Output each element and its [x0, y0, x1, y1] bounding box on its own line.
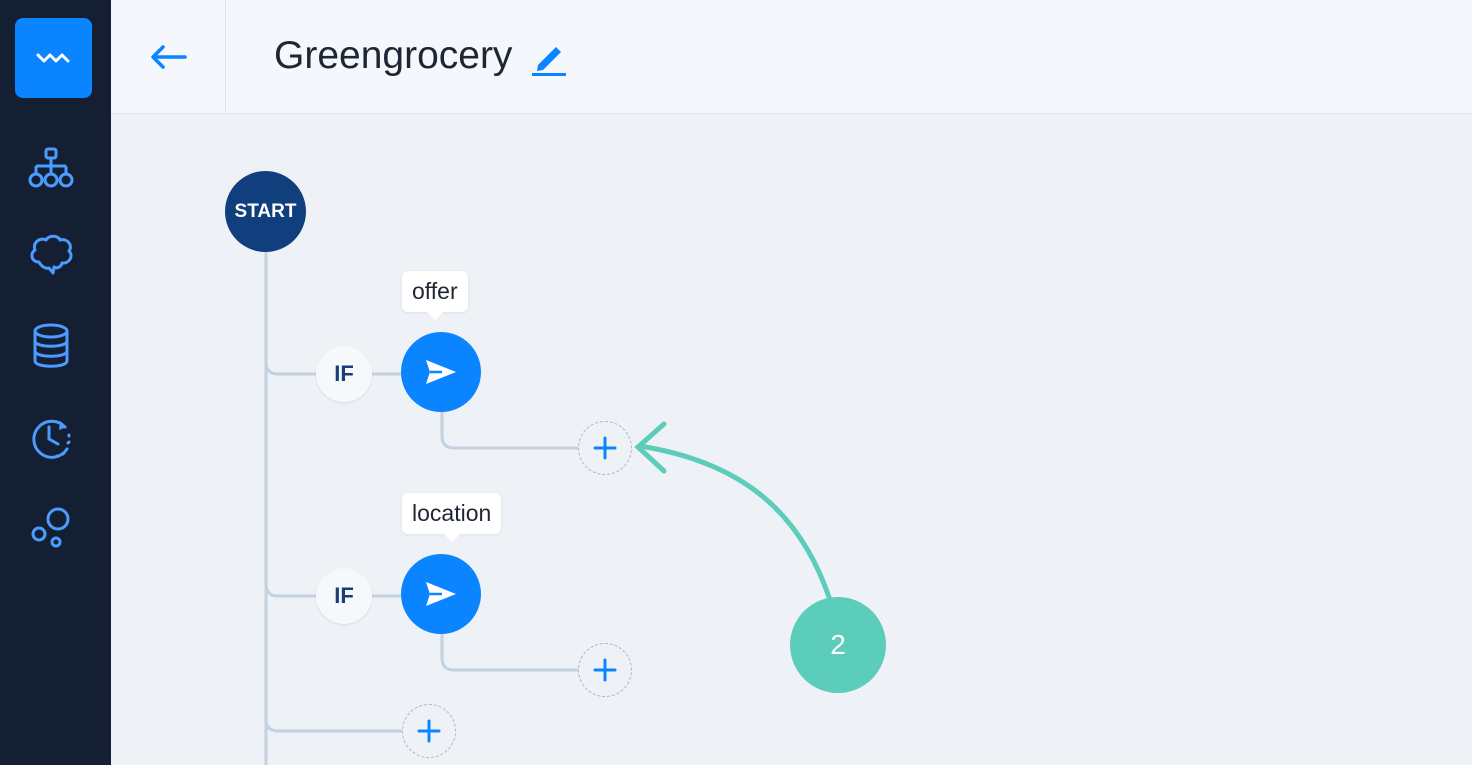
sidebar-item-flows[interactable] — [18, 138, 84, 198]
wave-logo-icon[interactable] — [15, 18, 92, 98]
send-icon — [426, 582, 456, 606]
plus-icon — [417, 719, 441, 743]
back-button[interactable] — [139, 28, 197, 86]
branch-3-line — [264, 718, 402, 733]
action-tooltip: offer — [402, 271, 468, 320]
plus-icon — [593, 436, 617, 460]
branch-2-out — [440, 633, 578, 672]
sidebar-item-ai[interactable] — [18, 224, 84, 284]
plus-icon — [593, 658, 617, 682]
if-condition-node[interactable]: IF — [316, 568, 372, 624]
flow-connectors — [264, 252, 833, 765]
start-node[interactable]: START — [225, 171, 306, 252]
sidebar-item-database[interactable] — [18, 316, 84, 376]
send-icon — [426, 360, 456, 384]
header-divider — [225, 0, 226, 113]
action-tooltip: location — [402, 493, 502, 542]
branch-1-line — [264, 361, 318, 376]
header: Greengrocery — [111, 0, 1472, 114]
if-condition-node[interactable]: IF — [316, 346, 372, 402]
page-title: Greengrocery — [274, 34, 513, 77]
arrow-left-icon — [151, 45, 187, 69]
pencil-icon — [532, 47, 566, 76]
sidebar-item-integrations[interactable] — [18, 498, 84, 558]
send-message-node[interactable] — [401, 554, 481, 634]
send-message-node[interactable] — [401, 332, 481, 412]
bubbles-icon — [31, 507, 70, 548]
step-number-badge: 2 — [790, 597, 886, 693]
edit-title-button[interactable] — [527, 36, 571, 80]
branch-2-line — [264, 583, 318, 598]
annotation-arrow-line — [637, 443, 833, 603]
branch-1-out — [440, 411, 578, 450]
brain-icon — [30, 234, 73, 275]
add-branch-button[interactable] — [402, 704, 456, 758]
sidebar-item-history[interactable] — [18, 407, 84, 467]
history-clock-icon — [32, 419, 71, 459]
database-icon — [33, 323, 69, 368]
add-step-button[interactable] — [578, 643, 632, 697]
sitemap-icon — [28, 147, 74, 188]
add-step-button[interactable] — [578, 421, 632, 475]
sidebar — [0, 0, 111, 765]
